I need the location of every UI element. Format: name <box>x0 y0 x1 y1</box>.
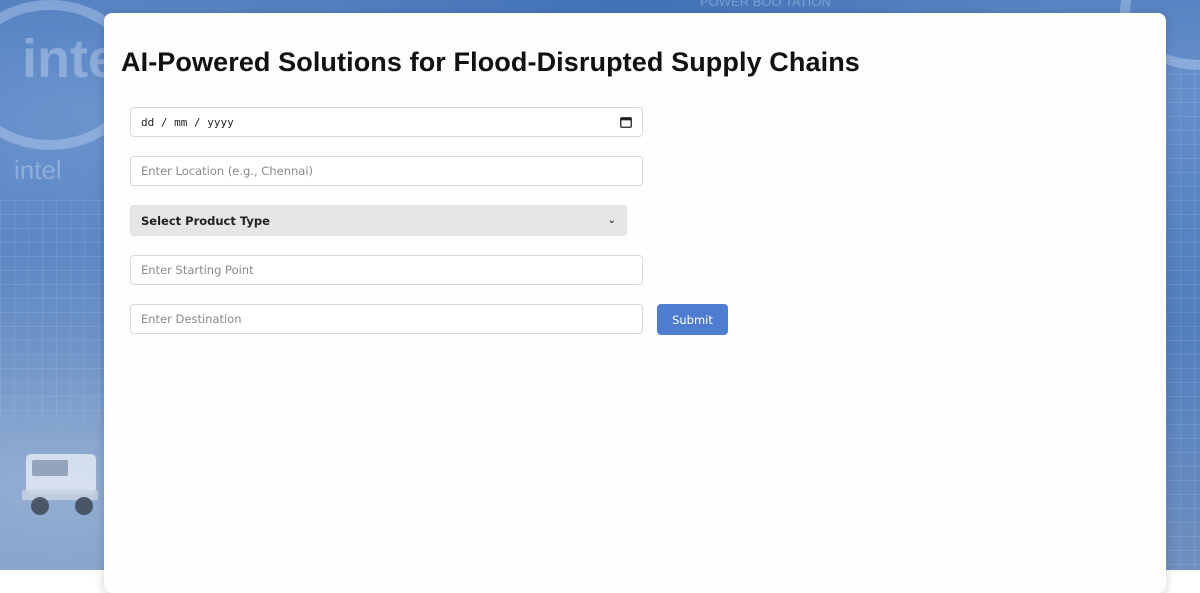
starting-point-input[interactable]: Enter Starting Point <box>130 255 643 285</box>
location-input-placeholder: Enter Location (e.g., Chennai) <box>141 164 314 178</box>
submit-button[interactable]: Submit <box>657 304 728 335</box>
banner-text: POWER BOO TATION <box>700 0 831 9</box>
location-input[interactable]: Enter Location (e.g., Chennai) <box>130 156 643 186</box>
product-type-selected-value: Select Product Type <box>141 213 270 228</box>
date-input[interactable]: dd / mm / yyyy <box>130 107 643 137</box>
circuit-pattern-right <box>1166 60 1200 570</box>
truck-image <box>22 454 98 515</box>
brand-text-left: intel <box>14 155 62 185</box>
form-panel: AI-Powered Solutions for Flood-Disrupted… <box>104 13 1166 593</box>
destination-input[interactable]: Enter Destination <box>130 304 643 334</box>
date-input-placeholder: dd / mm / yyyy <box>141 115 234 129</box>
calendar-icon[interactable] <box>620 116 632 128</box>
circuit-pattern-left <box>0 200 104 420</box>
destination-input-placeholder: Enter Destination <box>141 312 242 326</box>
chevron-down-icon: ⌄ <box>607 215 616 226</box>
starting-point-input-placeholder: Enter Starting Point <box>141 263 254 277</box>
product-type-select[interactable]: Select Product Type ⌄ <box>130 205 627 236</box>
page-title: AI-Powered Solutions for Flood-Disrupted… <box>121 47 860 77</box>
